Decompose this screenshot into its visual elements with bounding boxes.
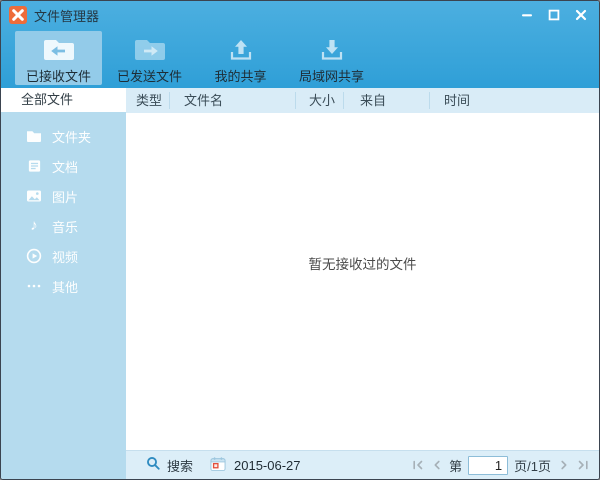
page-prefix-label: 第 [449,458,463,474]
date-picker[interactable]: 2015-06-27 [210,456,301,475]
calendar-icon [210,456,226,475]
prev-page-button[interactable] [428,457,445,473]
sidebar-item-label: 其他 [52,279,79,295]
sidebar-item-pictures[interactable]: 图片 [1,181,126,211]
page-suffix-label: 页/1页 [514,458,551,474]
music-note-icon: ♪ [30,217,38,234]
app-logo-icon [9,6,27,24]
last-page-button[interactable] [574,457,591,473]
sidebar-item-label: 文件夹 [52,129,92,145]
window-title: 文件管理器 [34,8,100,24]
window-controls [513,4,594,25]
column-header-type: 类型 [136,93,163,108]
column-header-time: 时间 [429,92,599,109]
sidebar-item-documents[interactable]: 文档 [1,151,126,181]
file-manager-window: 文件管理器 已接收文件 已发送文件 我的共享 局域网共享 全部文件 文件夹 文档… [0,0,600,480]
toolbar: 已接收文件 已发送文件 我的共享 局域网共享 [1,29,599,88]
pagination: 第 页/1页 [408,455,592,475]
tab-label: 已发送文件 [116,69,182,84]
document-icon [25,159,43,173]
picture-icon [25,189,43,203]
tab-label: 局域网共享 [298,69,364,84]
sidebar-item-folders[interactable]: 文件夹 [1,121,126,151]
page-number-input[interactable] [468,455,509,475]
table-header: 类型 文件名 大小 来自 时间 [126,88,599,113]
folder-arrow-right-icon [133,34,167,65]
tab-label: 已接收文件 [25,69,91,84]
folder-arrow-left-icon [42,34,76,65]
file-list-area: 暂无接收过的文件 [126,113,599,450]
next-page-button[interactable] [555,457,572,473]
date-value: 2015-06-27 [234,457,301,473]
sidebar: 全部文件 文件夹 文档 图片 ♪ 音乐 视频 其他 [1,88,126,479]
sidebar-items: 文件夹 文档 图片 ♪ 音乐 视频 其他 [1,121,126,301]
search-label: 搜索 [167,458,194,474]
tab-lan-share[interactable]: 局域网共享 [288,31,375,85]
sidebar-item-label: 视频 [52,249,79,265]
download-tray-icon [318,34,346,65]
column-header-size: 大小 [295,92,343,109]
sidebar-item-all-files[interactable]: 全部文件 [1,88,126,112]
video-play-icon [25,248,43,264]
sidebar-item-label: 图片 [52,189,79,205]
sidebar-item-videos[interactable]: 视频 [1,241,126,271]
sidebar-item-label: 音乐 [52,219,79,235]
tab-sent-files[interactable]: 已发送文件 [106,31,193,85]
column-header-from: 来自 [343,92,429,109]
ellipsis-icon [25,283,43,289]
tab-received-files[interactable]: 已接收文件 [15,31,102,85]
empty-state-text: 暂无接收过的文件 [308,257,417,272]
search-icon [146,456,161,474]
minimize-button[interactable] [513,4,540,25]
top-blue-area: 文件管理器 已接收文件 已发送文件 我的共享 局域网共享 [1,1,599,88]
status-bar: 搜索 2015-06-27 第 1 页/1页 [126,450,599,479]
folder-icon [25,129,43,143]
titlebar: 文件管理器 [1,1,599,29]
sidebar-item-others[interactable]: 其他 [1,271,126,301]
upload-tray-icon [227,34,255,65]
search-button[interactable]: 搜索 [146,456,193,475]
column-header-filename: 文件名 [169,92,295,109]
sidebar-item-label: 文档 [52,159,79,175]
close-button[interactable] [567,4,594,25]
first-page-button[interactable] [409,457,426,473]
sidebar-item-music[interactable]: ♪ 音乐 [1,211,126,241]
tab-label: 我的共享 [214,69,267,84]
tab-my-shares[interactable]: 我的共享 [197,31,284,85]
maximize-button[interactable] [540,4,567,25]
